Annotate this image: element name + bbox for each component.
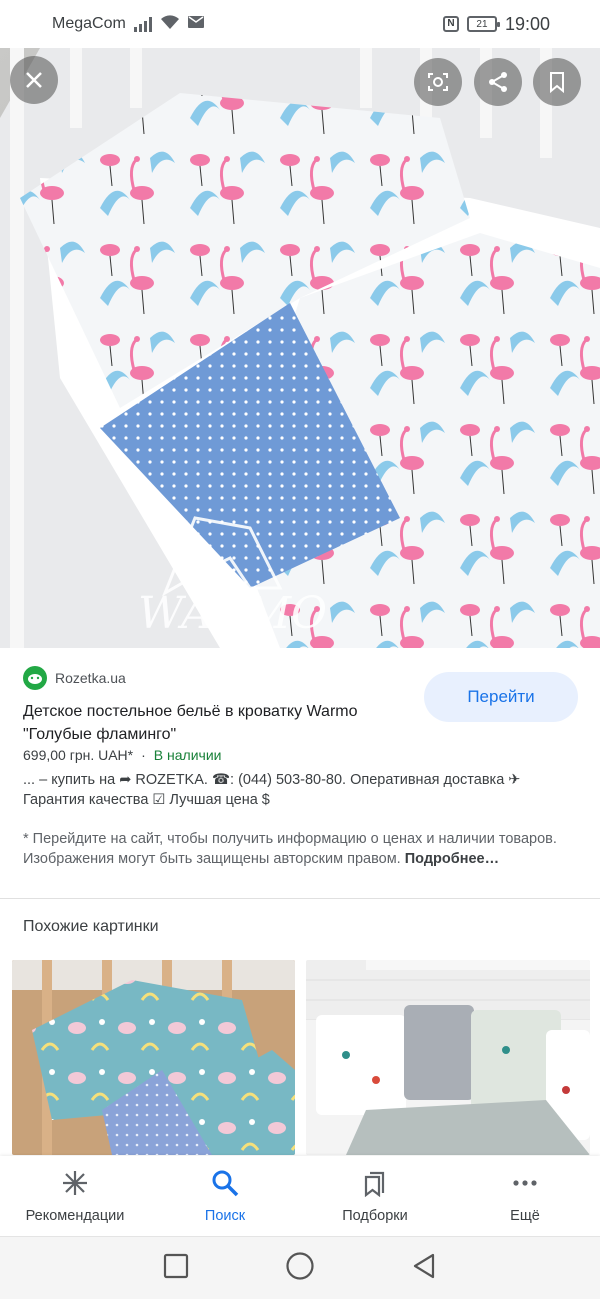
price: 699,00 грн. UAH* — [23, 747, 134, 763]
similar-images-heading: Похожие картинки — [23, 918, 159, 935]
price-row: 699,00 грн. UAH* · В наличии — [23, 747, 221, 763]
nav-label: Ещё — [510, 1208, 540, 1224]
collections-icon — [360, 1168, 390, 1198]
home-icon[interactable] — [285, 1251, 315, 1286]
nav-more[interactable]: Ещё — [450, 1156, 600, 1236]
carrier-name: MegaCom — [52, 15, 126, 32]
similar-thumbnail[interactable] — [306, 960, 590, 1155]
copyright-notice: * Перейдите на сайт, чтобы получить инфо… — [23, 830, 563, 869]
system-navigation-bar — [0, 1236, 600, 1299]
lens-button[interactable] — [414, 58, 462, 106]
stock-status: В наличии — [153, 747, 222, 763]
asterisk-icon — [60, 1168, 90, 1198]
hero-image[interactable]: WARMO — [0, 48, 600, 648]
more-link[interactable]: Подробнее… — [405, 851, 499, 867]
nfc-icon: N — [442, 16, 459, 32]
nav-label: Поиск — [204, 1208, 246, 1224]
wifi-icon — [160, 14, 180, 35]
more-dots-icon — [510, 1168, 540, 1198]
back-icon[interactable] — [411, 1252, 437, 1285]
nav-label: Подборки — [342, 1208, 408, 1224]
nav-recommendations[interactable]: Рекомендации — [0, 1156, 150, 1236]
similar-thumbnail[interactable] — [12, 960, 295, 1155]
share-icon — [489, 72, 507, 92]
nav-search[interactable]: Поиск — [150, 1156, 300, 1236]
clock: 19:00 — [504, 13, 550, 34]
battery-icon: 21 — [466, 16, 500, 32]
watermark-text: WARMO — [138, 588, 327, 639]
status-bar: MegaCom N 21 19:00 — [0, 0, 600, 48]
mail-icon — [187, 15, 204, 33]
result-description: ... – купить на ➦ ROZETKA. ☎: (044) 503-… — [23, 772, 521, 808]
source-name: Rozetka.ua — [55, 670, 126, 686]
divider — [0, 898, 600, 899]
source-row[interactable]: Rozetka.ua — [23, 666, 126, 690]
result-title[interactable]: Детское постельное бельё в кроватку Warm… — [23, 700, 413, 746]
bedding-photo: WARMO — [0, 48, 600, 648]
close-icon — [26, 72, 42, 88]
search-icon — [210, 1168, 240, 1198]
signal-icon — [133, 16, 152, 32]
rozetka-favicon-icon — [23, 666, 47, 690]
battery-level: 21 — [476, 18, 488, 30]
nav-collections[interactable]: Подборки — [300, 1156, 450, 1236]
lens-icon — [428, 73, 448, 91]
bookmark-button[interactable] — [533, 58, 581, 106]
recents-icon[interactable] — [163, 1253, 189, 1284]
nav-label: Рекомендации — [25, 1208, 125, 1224]
bottom-navigation: Рекомендации Поиск Подборки Ещё — [0, 1156, 600, 1236]
bookmark-icon — [550, 72, 564, 94]
price-separator: · — [141, 747, 146, 763]
close-button[interactable] — [10, 56, 58, 104]
visit-button[interactable]: Перейти — [424, 672, 578, 722]
share-button[interactable] — [474, 58, 522, 106]
